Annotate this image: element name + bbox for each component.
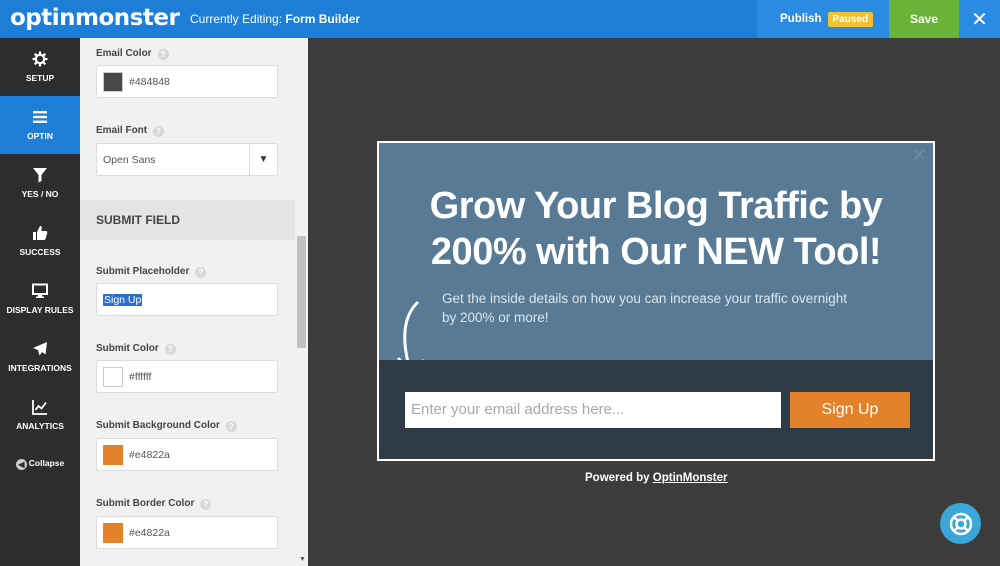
close-icon[interactable]: ✕ bbox=[912, 145, 927, 166]
settings-panel: Email Color? #484848 Email Font? Open Sa… bbox=[80, 38, 308, 566]
editing-indicator: Currently Editing: Form Builder bbox=[190, 12, 360, 26]
nav-integrations-label: INTEGRATIONS bbox=[8, 363, 72, 373]
powered-prefix: Powered by bbox=[585, 472, 650, 484]
email-font-value: Open Sans bbox=[103, 153, 156, 166]
help-icon[interactable]: ? bbox=[225, 421, 237, 432]
submit-color-field[interactable]: #ffffff bbox=[96, 360, 278, 393]
submit-bg-color-field[interactable]: #e4822a bbox=[96, 438, 278, 471]
nav-yes-no-label: YES / NO bbox=[21, 189, 59, 199]
nav-display-rules[interactable]: DISPLAY RULES bbox=[0, 270, 80, 328]
paper-plane-icon bbox=[33, 342, 47, 356]
scrollbar-thumb[interactable] bbox=[297, 236, 306, 348]
nav-analytics[interactable]: ANALYTICS bbox=[0, 386, 80, 444]
submit-placeholder-input[interactable]: Sign Up bbox=[96, 283, 278, 316]
editing-prefix: Currently Editing: bbox=[190, 12, 283, 26]
submit-border-color-label: Submit Border Color? bbox=[96, 498, 212, 510]
submit-field-section-header: SUBMIT FIELD bbox=[80, 200, 295, 240]
submit-border-color-value: #e4822a bbox=[129, 526, 170, 539]
submit-placeholder-label: Submit Placeholder? bbox=[96, 266, 207, 278]
logo-text: optinmonster bbox=[10, 5, 180, 31]
email-color-swatch[interactable] bbox=[103, 71, 123, 92]
scroll-down-icon[interactable]: ▼ bbox=[299, 556, 306, 563]
nav-display-rules-label: DISPLAY RULES bbox=[6, 305, 74, 315]
powered-brand-link[interactable]: OptinMonster bbox=[653, 472, 728, 484]
monitor-icon bbox=[32, 283, 48, 298]
popup-form-area: Enter your email address here... Sign Up bbox=[379, 360, 933, 459]
submit-color-swatch[interactable] bbox=[103, 366, 123, 387]
left-navigation: SETUP OPTIN YES / NO SUCCESS DISPLAY RUL… bbox=[0, 38, 80, 566]
collapse-button[interactable]: ◀ Collapse bbox=[0, 458, 80, 470]
sign-up-button[interactable]: Sign Up bbox=[790, 392, 910, 428]
email-color-label: Email Color? bbox=[96, 48, 169, 60]
close-icon: ✕ bbox=[971, 8, 988, 31]
collapse-label: Collapse bbox=[28, 458, 65, 468]
email-font-label: Email Font? bbox=[96, 125, 165, 137]
menu-icon bbox=[33, 111, 47, 123]
submit-color-value: #ffffff bbox=[129, 370, 152, 383]
nav-yes-no[interactable]: YES / NO bbox=[0, 154, 80, 212]
submit-bg-color-value: #e4822a bbox=[129, 448, 170, 461]
status-badge: Paused bbox=[827, 11, 874, 27]
powered-by: Powered by OptinMonster bbox=[585, 472, 728, 484]
nav-success[interactable]: SUCCESS bbox=[0, 212, 80, 270]
optin-popup-preview[interactable]: ✕ Grow Your Blog Traffic by 200% with Ou… bbox=[377, 141, 935, 461]
email-color-value: #484848 bbox=[129, 75, 170, 88]
nav-optin[interactable]: OPTIN bbox=[0, 96, 80, 154]
submit-border-color-swatch[interactable] bbox=[103, 522, 123, 543]
help-lifebuoy-button[interactable] bbox=[940, 503, 981, 544]
nav-setup[interactable]: SETUP bbox=[0, 38, 80, 96]
chevron-down-icon[interactable]: ▼ bbox=[249, 144, 277, 175]
help-icon[interactable]: ? bbox=[200, 499, 212, 510]
submit-bg-color-label: Submit Background Color? bbox=[96, 420, 237, 432]
nav-optin-label: OPTIN bbox=[27, 131, 53, 141]
filter-icon bbox=[33, 168, 47, 183]
lifebuoy-icon bbox=[949, 512, 972, 535]
campaign-name: Form Builder bbox=[285, 12, 361, 26]
nav-analytics-label: ANALYTICS bbox=[16, 421, 64, 431]
save-button[interactable]: Save bbox=[889, 0, 959, 38]
popup-headline[interactable]: Grow Your Blog Traffic by 200% with Our … bbox=[379, 183, 933, 275]
submit-color-label: Submit Color? bbox=[96, 343, 176, 355]
submit-border-color-field[interactable]: #e4822a bbox=[96, 516, 278, 549]
panel-scrollbar[interactable]: ▼ bbox=[296, 38, 308, 566]
line-chart-icon bbox=[32, 400, 47, 415]
optinmonster-logo[interactable]: optinmonster bbox=[10, 5, 180, 31]
email-input[interactable]: Enter your email address here... bbox=[405, 392, 781, 428]
collapse-arrow-icon: ◀ bbox=[15, 459, 27, 470]
publish-label: Publish bbox=[780, 13, 822, 25]
help-icon[interactable]: ? bbox=[157, 49, 169, 60]
close-builder-button[interactable]: ✕ bbox=[959, 0, 1000, 38]
publish-button[interactable]: Publish Paused bbox=[757, 0, 889, 38]
email-color-field[interactable]: #484848 bbox=[96, 65, 278, 98]
nav-integrations[interactable]: INTEGRATIONS bbox=[0, 328, 80, 386]
gear-icon bbox=[32, 51, 48, 67]
top-bar: optinmonster Currently Editing: Form Bui… bbox=[0, 0, 1000, 38]
submit-placeholder-value: Sign Up bbox=[103, 293, 143, 306]
submit-bg-color-swatch[interactable] bbox=[103, 444, 123, 465]
help-icon[interactable]: ? bbox=[195, 267, 207, 278]
thumbs-up-icon bbox=[33, 226, 48, 240]
help-icon[interactable]: ? bbox=[153, 126, 165, 137]
nav-success-label: SUCCESS bbox=[19, 247, 61, 257]
popup-subtext[interactable]: Get the inside details on how you can in… bbox=[442, 289, 862, 327]
nav-setup-label: SETUP bbox=[25, 73, 55, 83]
help-icon[interactable]: ? bbox=[164, 344, 176, 355]
email-font-select[interactable]: Open Sans ▼ bbox=[96, 143, 278, 176]
